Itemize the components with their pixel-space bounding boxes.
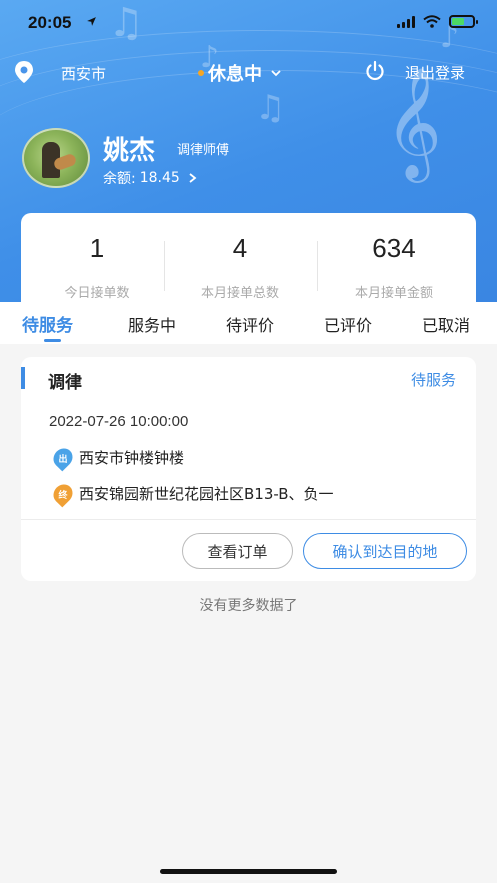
start-address: 出 西安市钟楼钟楼 — [49, 444, 185, 471]
balance-value: 18.45 — [139, 170, 180, 186]
end-badge: 终 — [58, 490, 68, 501]
order-card[interactable]: 调律 待服务 2022-07-26 10:00:00 出 西安市钟楼钟楼 终 西… — [21, 357, 476, 581]
stat-today-orders: 1 今日接单数 — [21, 213, 173, 302]
location-pin-icon[interactable] — [13, 60, 35, 84]
cellular-signal-icon — [397, 15, 415, 28]
order-time: 2022-07-26 10:00:00 — [49, 413, 189, 430]
confirm-arrival-button[interactable]: 确认到达目的地 — [303, 533, 467, 569]
start-location-icon: 出 — [49, 444, 77, 471]
stat-label: 本月接单总数 — [200, 286, 279, 301]
tab-indicator — [44, 339, 61, 342]
no-more-data-text: 没有更多数据了 — [199, 598, 298, 614]
order-tabs: 待服务 服务中 待评价 已评价 已取消 — [0, 302, 497, 344]
battery-icon — [449, 15, 478, 28]
stat-label: 本月接单金额 — [354, 286, 433, 301]
end-address-text: 西安锦园新世纪花园社区B13-B、负一 — [79, 485, 334, 503]
stats-card: 1 今日接单数 4 本月接单总数 634 本月接单金额 — [21, 213, 476, 302]
stat-month-amount: 634 本月接单金额 — [318, 213, 470, 302]
stat-month-orders: 4 本月接单总数 — [164, 213, 316, 302]
chevron-right-icon — [189, 173, 197, 183]
chevron-down-icon — [271, 70, 281, 77]
stat-value: 634 — [372, 233, 416, 263]
status-icons — [397, 15, 478, 28]
avatar[interactable] — [22, 128, 90, 188]
view-order-button[interactable]: 查看订单 — [182, 533, 293, 569]
tab-to-review[interactable]: 待评价 — [226, 312, 274, 336]
stat-value: 1 — [89, 233, 105, 263]
tab-cancelled[interactable]: 已取消 — [422, 312, 470, 336]
state-dot — [198, 70, 204, 76]
work-state-selector[interactable]: 休息中 — [198, 60, 282, 86]
stat-value: 4 — [232, 233, 248, 263]
tab-reviewed[interactable]: 已评价 — [324, 312, 372, 336]
state-label: 休息中 — [208, 64, 262, 85]
start-address-text: 西安市钟楼钟楼 — [79, 449, 185, 467]
tab-pending[interactable]: 待服务 — [22, 311, 73, 336]
start-badge: 出 — [58, 454, 68, 465]
logout-button[interactable]: 退出登录 — [405, 62, 465, 83]
power-icon[interactable] — [364, 60, 386, 82]
balance-link[interactable]: 余额: 18.45 — [103, 168, 197, 188]
profile-section: 姚杰 调律师傅 余额: 18.45 — [0, 126, 497, 196]
order-title: 调律 — [48, 373, 82, 393]
divider — [21, 519, 476, 520]
stat-label: 今日接单数 — [64, 286, 130, 301]
order-status: 待服务 — [410, 371, 456, 389]
top-bar: 西安市 休息中 退出登录 — [0, 54, 497, 90]
end-location-icon: 终 — [49, 480, 77, 507]
music-note-icon: ♫ — [255, 88, 286, 128]
user-name: 姚杰 — [103, 136, 156, 166]
balance-label: 余额: — [103, 171, 136, 187]
end-address: 终 西安锦园新世纪花园社区B13-B、负一 — [49, 480, 334, 507]
city-label[interactable]: 西安市 — [61, 63, 106, 84]
wifi-icon — [423, 15, 441, 28]
status-time: 20:05 — [28, 13, 72, 32]
home-indicator[interactable] — [160, 869, 337, 874]
user-role: 调律师傅 — [177, 143, 230, 158]
location-arrow-icon — [87, 17, 96, 26]
status-bar: 20:05 — [0, 0, 497, 48]
card-accent-bar — [21, 367, 25, 389]
tab-in-service[interactable]: 服务中 — [128, 312, 176, 336]
